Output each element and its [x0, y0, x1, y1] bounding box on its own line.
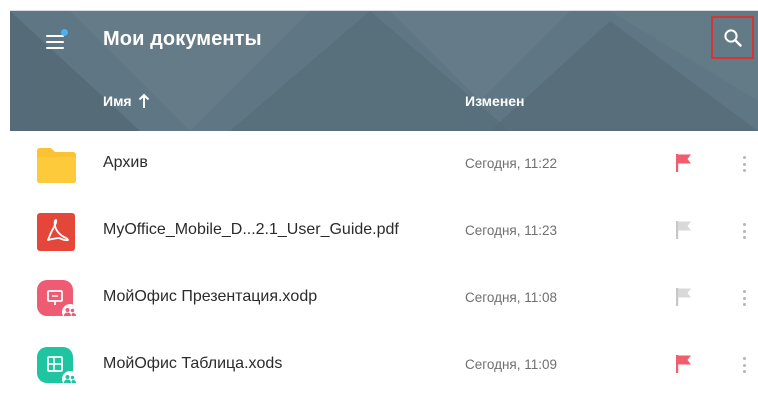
more-options-button[interactable]: [738, 354, 750, 376]
file-row[interactable]: Архив Сегодня, 11:22: [10, 131, 758, 198]
page-title: Мои документы: [103, 28, 262, 50]
search-icon: [723, 28, 742, 47]
flag-icon[interactable]: [675, 354, 693, 374]
flag-icon[interactable]: [675, 287, 693, 307]
file-modified: Сегодня, 11:09: [465, 357, 558, 372]
search-button[interactable]: [711, 16, 754, 59]
file-modified: Сегодня, 11:23: [465, 223, 558, 238]
notification-dot: [61, 29, 68, 36]
menu-button[interactable]: [40, 27, 70, 57]
app-window: Мои документы Имя Изменен Архив Сегодня,…: [10, 10, 758, 407]
more-options-button[interactable]: [738, 287, 750, 309]
file-name: Архив: [103, 154, 148, 171]
hamburger-icon: [46, 35, 64, 49]
column-header-name-label: Имя: [103, 93, 132, 109]
column-header-name[interactable]: Имя: [103, 93, 150, 109]
more-options-button[interactable]: [738, 220, 750, 242]
file-modified: Сегодня, 11:22: [465, 156, 558, 171]
file-name: МойОфис Презентация.xodp: [103, 288, 318, 305]
pdf-icon: [37, 213, 75, 251]
column-header-modified[interactable]: Изменен: [465, 93, 525, 109]
file-row[interactable]: МойОфис Презентация.xodp Сегодня, 11:08: [10, 265, 758, 332]
file-name: MyOffice_Mobile_D...2.1_User_Guide.pdf: [103, 221, 399, 238]
file-list: Архив Сегодня, 11:22 MyOffice_Mobile_D..…: [10, 131, 758, 399]
file-name: МойОфис Таблица.xods: [103, 355, 283, 372]
app-bar: Мои документы Имя Изменен: [10, 11, 758, 131]
file-row[interactable]: MyOffice_Mobile_D...2.1_User_Guide.pdf С…: [10, 198, 758, 265]
flag-icon[interactable]: [675, 153, 693, 173]
flag-icon[interactable]: [675, 220, 693, 240]
file-modified: Сегодня, 11:08: [465, 290, 558, 305]
presentation-icon: [37, 280, 77, 319]
file-row[interactable]: МойОфис Таблица.xods Сегодня, 11:09: [10, 332, 758, 399]
more-options-button[interactable]: [738, 153, 750, 175]
sort-arrow-up-icon: [138, 93, 149, 108]
folder-icon: [37, 148, 76, 183]
spreadsheet-icon: [37, 347, 77, 386]
